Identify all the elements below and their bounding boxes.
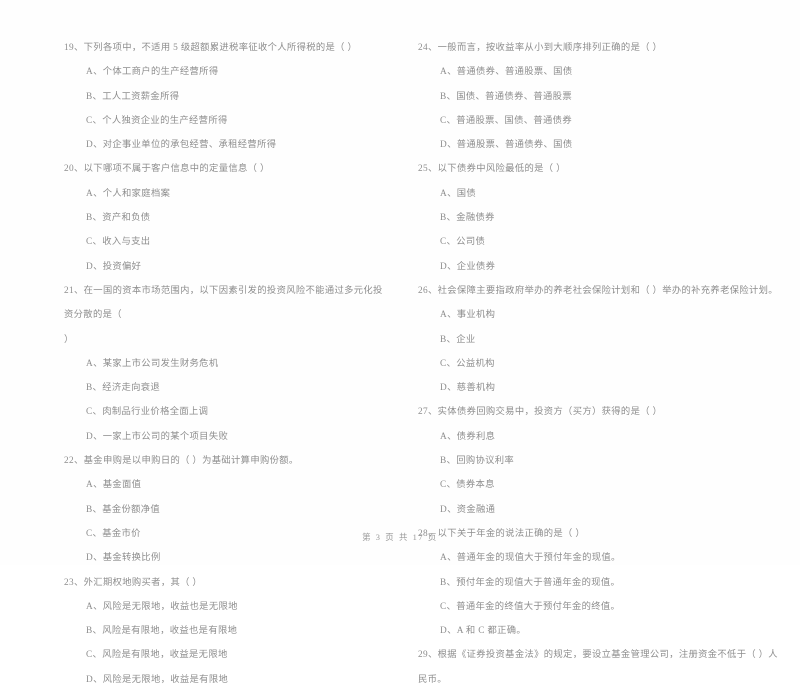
question-23-stem: 23、外汇期权地购买者，其（ ）: [64, 577, 203, 588]
question-22-option-d: D、基金转换比例: [86, 553, 161, 564]
question-23-option-c: C、风险是有限地，收益是无限地: [86, 650, 228, 661]
question-21-stem-overflow: ）: [64, 334, 74, 345]
question-24-stem: 24、一般而言，按收益率从小到大顺序排列正确的是（ ）: [418, 43, 663, 53]
question-27-option-d: D、资金融通: [440, 504, 496, 515]
question-27-option-b: B、回购协议利率: [440, 456, 515, 467]
question-24-option-c: C、普通股票、国债、普通债券: [440, 115, 572, 126]
question-25: 25、以下债券中风险最低的是（ ） A、国债 B、金融债券 C、公司债 D、企业…: [418, 157, 778, 278]
question-21-option-a: A、某家上市公司发生财务危机: [86, 358, 219, 369]
question-23-option-d: D、风险是无限地，收益是有限地: [86, 674, 229, 685]
question-28-option-a: A、普通年金的现值大于预付年金的现值。: [440, 553, 621, 564]
question-21-option-c: C、肉制品行业价格全面上调: [86, 407, 209, 418]
question-28-option-c: C、普通年金的终值大于预付年金的终值。: [440, 601, 621, 612]
left-column: 19、下列各项中，不适用 5 级超额累进税率征收个人所得税的是（ ） A、个体工…: [0, 36, 400, 692]
question-24: 24、一般而言，按收益率从小到大顺序排列正确的是（ ） A、普通债券、普通股票、…: [418, 36, 778, 157]
question-27-stem: 27、实体债券回购交易中，投资方（买方）获得的是（ ）: [418, 407, 663, 418]
question-21-stem: 21、在一国的资本市场范围内，以下因素引发的投资风险不能通过多元化投资分散的是（: [64, 285, 383, 321]
question-26-option-d: D、慈善机构: [440, 383, 496, 394]
question-19-option-a: A、个体工商户的生产经营所得: [86, 67, 219, 78]
question-19: 19、下列各项中，不适用 5 级超额累进税率征收个人所得税的是（ ） A、个体工…: [64, 36, 392, 157]
question-19-stem: 19、下列各项中，不适用 5 级超额累进税率征收个人所得税的是（ ）: [64, 43, 358, 53]
question-28-option-d: D、A 和 C 都正确。: [440, 626, 527, 637]
question-19-option-b: B、工人工资薪金所得: [86, 91, 180, 102]
question-26-stem: 26、社会保障主要指政府举办的养老社会保险计划和（ ）举办的补充养老保险计划。: [418, 285, 778, 296]
question-27-option-c: C、债券本息: [440, 480, 495, 491]
question-26-option-c: C、公益机构: [440, 358, 495, 369]
question-25-option-c: C、公司债: [440, 237, 486, 248]
question-22-option-b: B、基金份额净值: [86, 504, 161, 515]
question-22: 22、基金申购是以申购日的（ ）为基础计算申购份额。 A、基金面值 B、基金份额…: [64, 449, 392, 570]
question-20-option-b: B、资产和负债: [86, 213, 151, 224]
question-27-option-a: A、债券利息: [440, 431, 496, 442]
question-24-option-b: B、国债、普通债券、普通股票: [440, 91, 572, 102]
scanned-page: 19、下列各项中，不适用 5 级超额累进税率征收个人所得税的是（ ） A、个体工…: [0, 0, 800, 685]
question-20-stem: 20、以下哪项不属于客户信息中的定量信息（ ）: [64, 164, 270, 175]
question-19-option-d: D、对企事业单位的承包经营、承租经营所得: [86, 140, 277, 151]
question-23-option-b: B、风险是有限地，收益也是有限地: [86, 626, 238, 637]
question-25-option-a: A、国债: [440, 188, 477, 199]
question-19-option-c: C、个人独资企业的生产经营所得: [86, 115, 228, 126]
question-26-option-b: B、企业: [440, 334, 476, 345]
question-28-option-b: B、预付年金的现值大于普通年金的现值。: [440, 577, 621, 588]
question-21-option-b: B、经济走向衰退: [86, 383, 161, 394]
question-26: 26、社会保障主要指政府举办的养老社会保险计划和（ ）举办的补充养老保险计划。 …: [418, 279, 778, 400]
question-29: 29、根据《证券投资基金法》的规定，要设立基金管理公司，注册资金不低于（ ）人民…: [418, 643, 778, 692]
question-24-option-d: D、普通股票、普通债券、国债: [440, 140, 573, 151]
question-24-option-a: A、普通债券、普通股票、国债: [440, 67, 573, 78]
page-columns: 19、下列各项中，不适用 5 级超额累进税率征收个人所得税的是（ ） A、个体工…: [0, 36, 800, 692]
question-26-option-a: A、事业机构: [440, 310, 496, 321]
page-footer: 第 3 页 共 17 页: [362, 533, 438, 542]
question-21: 21、在一国的资本市场范围内，以下因素引发的投资风险不能通过多元化投资分散的是（…: [64, 279, 392, 449]
question-20-option-a: A、个人和家庭档案: [86, 188, 171, 199]
question-23-option-a: A、风险是无限地，收益也是无限地: [86, 601, 238, 612]
question-22-stem: 22、基金申购是以申购日的（ ）为基础计算申购份额。: [64, 456, 299, 467]
question-21-option-d: D、一家上市公司的某个项目失败: [86, 431, 229, 442]
right-column: 24、一般而言，按收益率从小到大顺序排列正确的是（ ） A、普通债券、普通股票、…: [400, 36, 800, 692]
question-25-stem: 25、以下债券中风险最低的是（ ）: [418, 164, 566, 175]
question-22-option-a: A、基金面值: [86, 480, 142, 491]
question-23: 23、外汇期权地购买者，其（ ） A、风险是无限地，收益也是无限地 B、风险是有…: [64, 571, 392, 692]
question-20: 20、以下哪项不属于客户信息中的定量信息（ ） A、个人和家庭档案 B、资产和负…: [64, 157, 392, 278]
question-20-option-c: C、收入与支出: [86, 237, 151, 248]
question-25-option-b: B、金融债券: [440, 213, 495, 224]
question-20-option-d: D、投资偏好: [86, 261, 142, 272]
question-25-option-d: D、企业债券: [440, 261, 496, 272]
question-29-stem: 29、根据《证券投资基金法》的规定，要设立基金管理公司，注册资金不低于（ ）人民…: [418, 650, 778, 685]
question-27: 27、实体债券回购交易中，投资方（买方）获得的是（ ） A、债券利息 B、回购协…: [418, 400, 778, 521]
